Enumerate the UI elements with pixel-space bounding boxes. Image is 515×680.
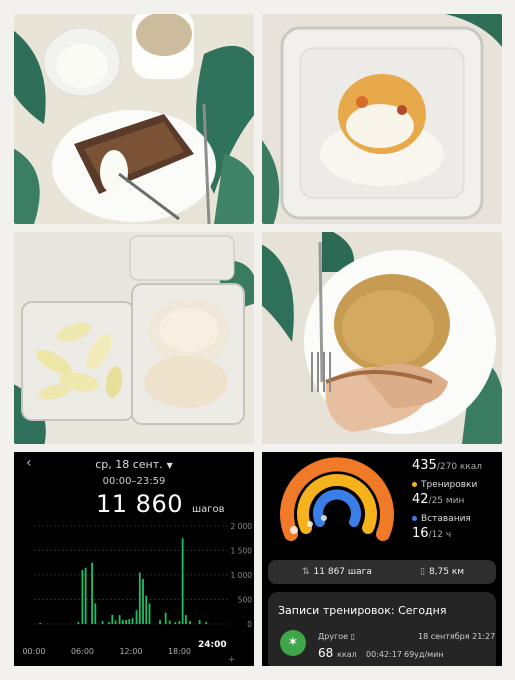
exercise-value: 42/25 мин [412,492,465,507]
workout-date: 18 сентября 21:27 [418,632,496,641]
y-tick-label: 1 500 [231,547,253,556]
y-tick-label: 500 [238,596,253,605]
exercise-dot-icon [412,482,417,487]
plus-icon[interactable]: + [228,655,236,665]
bar [142,578,144,624]
bar [184,615,187,624]
bar [178,621,181,624]
summary-distance: ▯ 8,75 км [420,567,465,577]
x-tick-label: 12:00 [119,647,142,656]
person-exercise-icon: ✶ [280,630,306,656]
workout-records-card[interactable]: Записи тренировок: Сегодня ✶ Другое ▯ 18… [268,592,496,666]
bar [128,619,131,624]
step-count: 11 860 [96,490,183,518]
bar [174,622,177,624]
y-tick-label: 1 000 [231,571,253,580]
bar [159,620,161,624]
bar [101,621,104,624]
bar [168,620,171,624]
bar [138,572,141,624]
bar [77,622,80,624]
workout-duration: 00:42:17 [366,650,402,659]
bar [189,621,191,624]
bar [125,620,127,624]
exercise-label: Тренировки [412,480,477,490]
workout-type: Другое ▯ [318,632,356,641]
bar [91,562,93,624]
workout-heart-rate: 69уд/мин [404,650,444,659]
bar [198,620,201,624]
x-tick-label: 18:00 [168,647,191,656]
steps-ring-value: 435/270 ккал [412,458,483,473]
x-tick-label: 00:00 [22,647,45,656]
bar [84,567,87,624]
standing-value: 16/12 ч [412,526,452,541]
photo-grain-chicken [262,232,502,444]
time-range: 00:00–23:59 [102,476,166,487]
summary-steps: ⇅ 11 867 шага [302,567,372,577]
photo-apples-cutlets [14,232,254,444]
bar [148,603,151,624]
card-title: Записи тренировок: Сегодня [278,604,447,617]
end-time-label: 24:00 [198,640,227,650]
photo-container-dessert [262,14,502,224]
walk-icon: ⇅ [302,567,310,577]
bar [111,614,114,624]
standing-label: Вставания [412,514,471,524]
activity-panel: 435/270 ккал Тренировки 42/25 мин Встава… [262,452,502,666]
activity-rings [280,457,394,541]
step-unit: шагов [192,504,225,515]
workout-kcal: 68 ккал [318,646,357,660]
bar [118,615,121,624]
device-icon: ▯ [350,632,356,641]
y-tick-label: 0 [247,620,252,629]
daily-summary-bar[interactable]: ⇅ 11 867 шага ▯ 8,75 км [268,560,496,584]
date-label: ср, 18 сент. [95,458,163,471]
y-tick-label: 2 000 [231,522,253,531]
bar [114,620,117,624]
standing-dot-icon [412,516,417,521]
bar [94,603,97,624]
bar [135,610,138,624]
caret-down-icon: ▼ [166,461,173,470]
bar [121,620,124,624]
bar [81,570,84,624]
bar [164,612,167,624]
x-tick-label: 06:00 [71,647,94,656]
bar [181,538,184,624]
bar [145,595,148,624]
bar [131,618,134,624]
date-selector[interactable]: ср, 18 сент. ▼ [14,458,254,471]
steps-panel: ‹ ср, 18 сент. ▼ 00:00–23:59 11 860 шагов… [14,452,254,666]
bar [39,623,42,624]
map-icon: ▯ [420,567,425,577]
bar [205,622,207,624]
bar [108,622,110,624]
photo-bread-yogurt-coffee [14,14,254,224]
collage: ‹ ср, 18 сент. ▼ 00:00–23:59 11 860 шагов… [0,0,515,680]
